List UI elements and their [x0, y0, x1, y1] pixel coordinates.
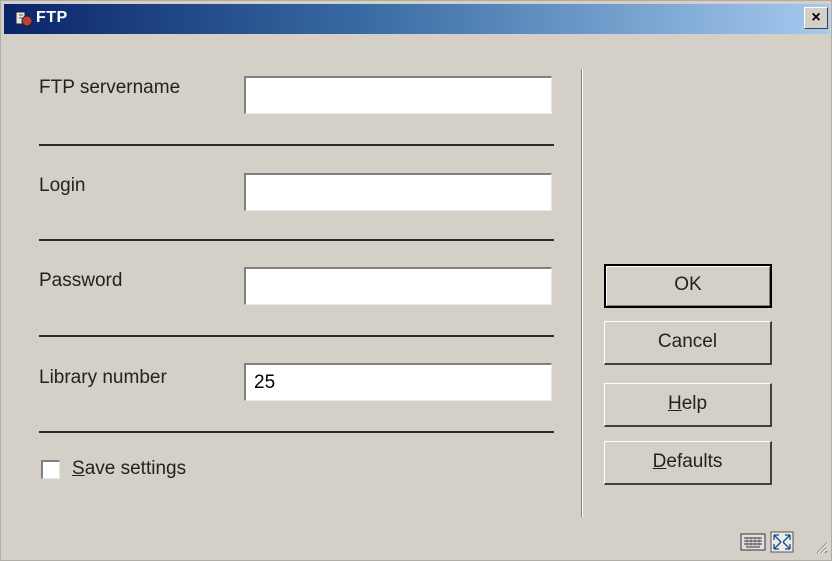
- resize-icon[interactable]: [770, 531, 794, 553]
- password-input[interactable]: [244, 267, 552, 305]
- library-number-label: Library number: [39, 367, 167, 388]
- login-input[interactable]: [244, 173, 552, 211]
- vertical-divider: [581, 69, 583, 517]
- save-settings-checkbox[interactable]: [41, 460, 60, 479]
- help-button[interactable]: Help: [604, 383, 772, 427]
- ok-button[interactable]: OK: [604, 264, 772, 308]
- ftp-servername-input[interactable]: [244, 76, 552, 114]
- close-icon: ×: [811, 9, 821, 26]
- separator: [39, 144, 554, 146]
- window-title: FTP: [36, 9, 68, 26]
- mnemonic-s: S: [72, 458, 85, 479]
- separator: [39, 335, 554, 337]
- size-grip-icon[interactable]: [816, 542, 829, 554]
- save-settings-label[interactable]: Save settings: [72, 458, 186, 480]
- cancel-button[interactable]: Cancel: [604, 321, 772, 365]
- keyboard-icon[interactable]: [740, 533, 766, 551]
- password-label: Password: [39, 270, 123, 291]
- separator: [39, 431, 554, 433]
- label-rest: ave settings: [84, 458, 187, 479]
- defaults-button[interactable]: Defaults: [604, 441, 772, 485]
- separator: [39, 239, 554, 241]
- status-icons: [740, 531, 829, 554]
- close-button[interactable]: ×: [804, 7, 828, 29]
- ftp-dialog: FTP × FTP servername Login Password Libr…: [0, 0, 832, 561]
- library-number-input[interactable]: [244, 363, 552, 401]
- help-rest: elp: [681, 393, 708, 414]
- mnemonic-h: H: [667, 393, 682, 414]
- defaults-rest: efaults: [666, 451, 723, 472]
- ftp-servername-label: FTP servername: [39, 77, 181, 98]
- mnemonic-d: D: [652, 451, 667, 472]
- ftp-app-icon: [15, 11, 33, 27]
- login-label: Login: [39, 175, 86, 196]
- title-bar[interactable]: FTP ×: [4, 4, 830, 34]
